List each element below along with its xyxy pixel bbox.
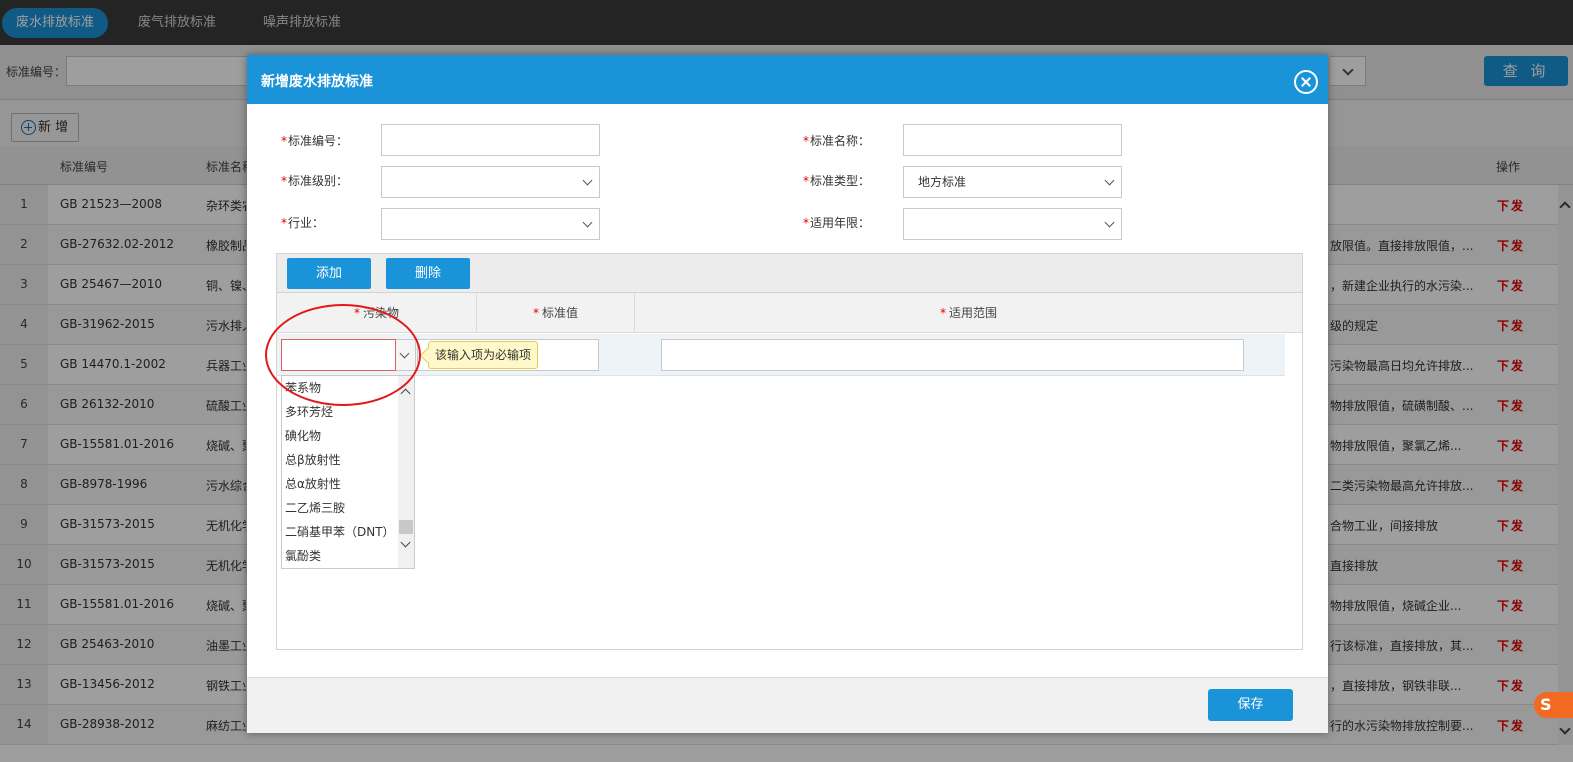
add-wastewater-standard-dialog: 新增废水排放标准 *标准编号： *标准名称： *标准级别： *标准类型： 地方标… xyxy=(247,55,1328,733)
pollutant-option[interactable]: 碘化物 xyxy=(285,424,321,448)
chevron-down-icon xyxy=(582,175,593,186)
pollutant-subtable: 添加 删除 * 污染物 * 标准值 * 适用范围 xyxy=(276,253,1303,650)
options-scrollbar[interactable] xyxy=(398,376,414,568)
standard-name-label: *标准名称： xyxy=(803,134,871,148)
column-header-value: * 标准值 xyxy=(477,293,635,333)
dialog-header: 新增废水排放标准 xyxy=(247,55,1328,104)
standard-code-label: *标准编号： xyxy=(281,134,349,148)
pollutant-option[interactable]: 总β放射性 xyxy=(285,448,341,472)
standard-name-input[interactable] xyxy=(903,124,1122,156)
red-annotation-circle xyxy=(265,304,421,406)
pollutant-option[interactable]: 总α放射性 xyxy=(285,472,341,496)
scroll-down-icon[interactable] xyxy=(400,537,411,548)
required-field-tooltip: 该输入项为必输项 xyxy=(428,341,539,369)
save-button[interactable]: 保存 xyxy=(1208,689,1293,721)
standard-type-label: *标准类型： xyxy=(803,174,871,188)
scroll-thumb[interactable] xyxy=(399,520,413,534)
dialog-title: 新增废水排放标准 xyxy=(261,74,373,90)
close-icon[interactable] xyxy=(1294,70,1318,94)
applicable-scope-input[interactable] xyxy=(661,339,1244,371)
pollutant-option[interactable]: 二硝基甲苯（DNT） xyxy=(285,520,395,544)
column-header-scope: * 适用范围 xyxy=(939,306,997,320)
pollutant-option[interactable]: 氯酚类 xyxy=(285,544,321,568)
delete-row-button[interactable]: 删除 xyxy=(386,258,470,289)
applicable-years-label: *适用年限： xyxy=(803,216,871,230)
required-mark: * xyxy=(281,216,287,230)
required-mark: * xyxy=(281,174,287,188)
chevron-down-icon xyxy=(1104,175,1115,186)
standard-type-select[interactable]: 地方标准 xyxy=(903,166,1122,198)
required-mark: * xyxy=(281,134,287,148)
required-mark: * xyxy=(803,174,809,188)
industry-label: *行业： xyxy=(281,216,325,230)
industry-select[interactable] xyxy=(381,208,600,240)
add-row-button[interactable]: 添加 xyxy=(287,258,371,289)
chevron-down-icon xyxy=(1104,217,1115,228)
standard-code-input[interactable] xyxy=(381,124,600,156)
subtable-toolbar: 添加 删除 xyxy=(277,254,1302,293)
applicable-years-select[interactable] xyxy=(903,208,1122,240)
required-mark: * xyxy=(803,134,809,148)
required-mark: * xyxy=(803,216,809,230)
pollutant-option[interactable]: 二乙烯三胺 xyxy=(285,496,345,520)
scroll-up-icon[interactable] xyxy=(400,388,411,399)
subtable-header: * 污染物 * 标准值 * 适用范围 xyxy=(277,293,1302,333)
chevron-down-icon xyxy=(582,217,593,228)
corner-badge[interactable]: S xyxy=(1534,692,1573,718)
required-mark: * xyxy=(532,306,539,320)
standard-level-select[interactable] xyxy=(381,166,600,198)
required-mark: * xyxy=(939,306,946,320)
standard-level-label: *标准级别： xyxy=(281,174,349,188)
dialog-footer: 保存 xyxy=(247,677,1328,733)
